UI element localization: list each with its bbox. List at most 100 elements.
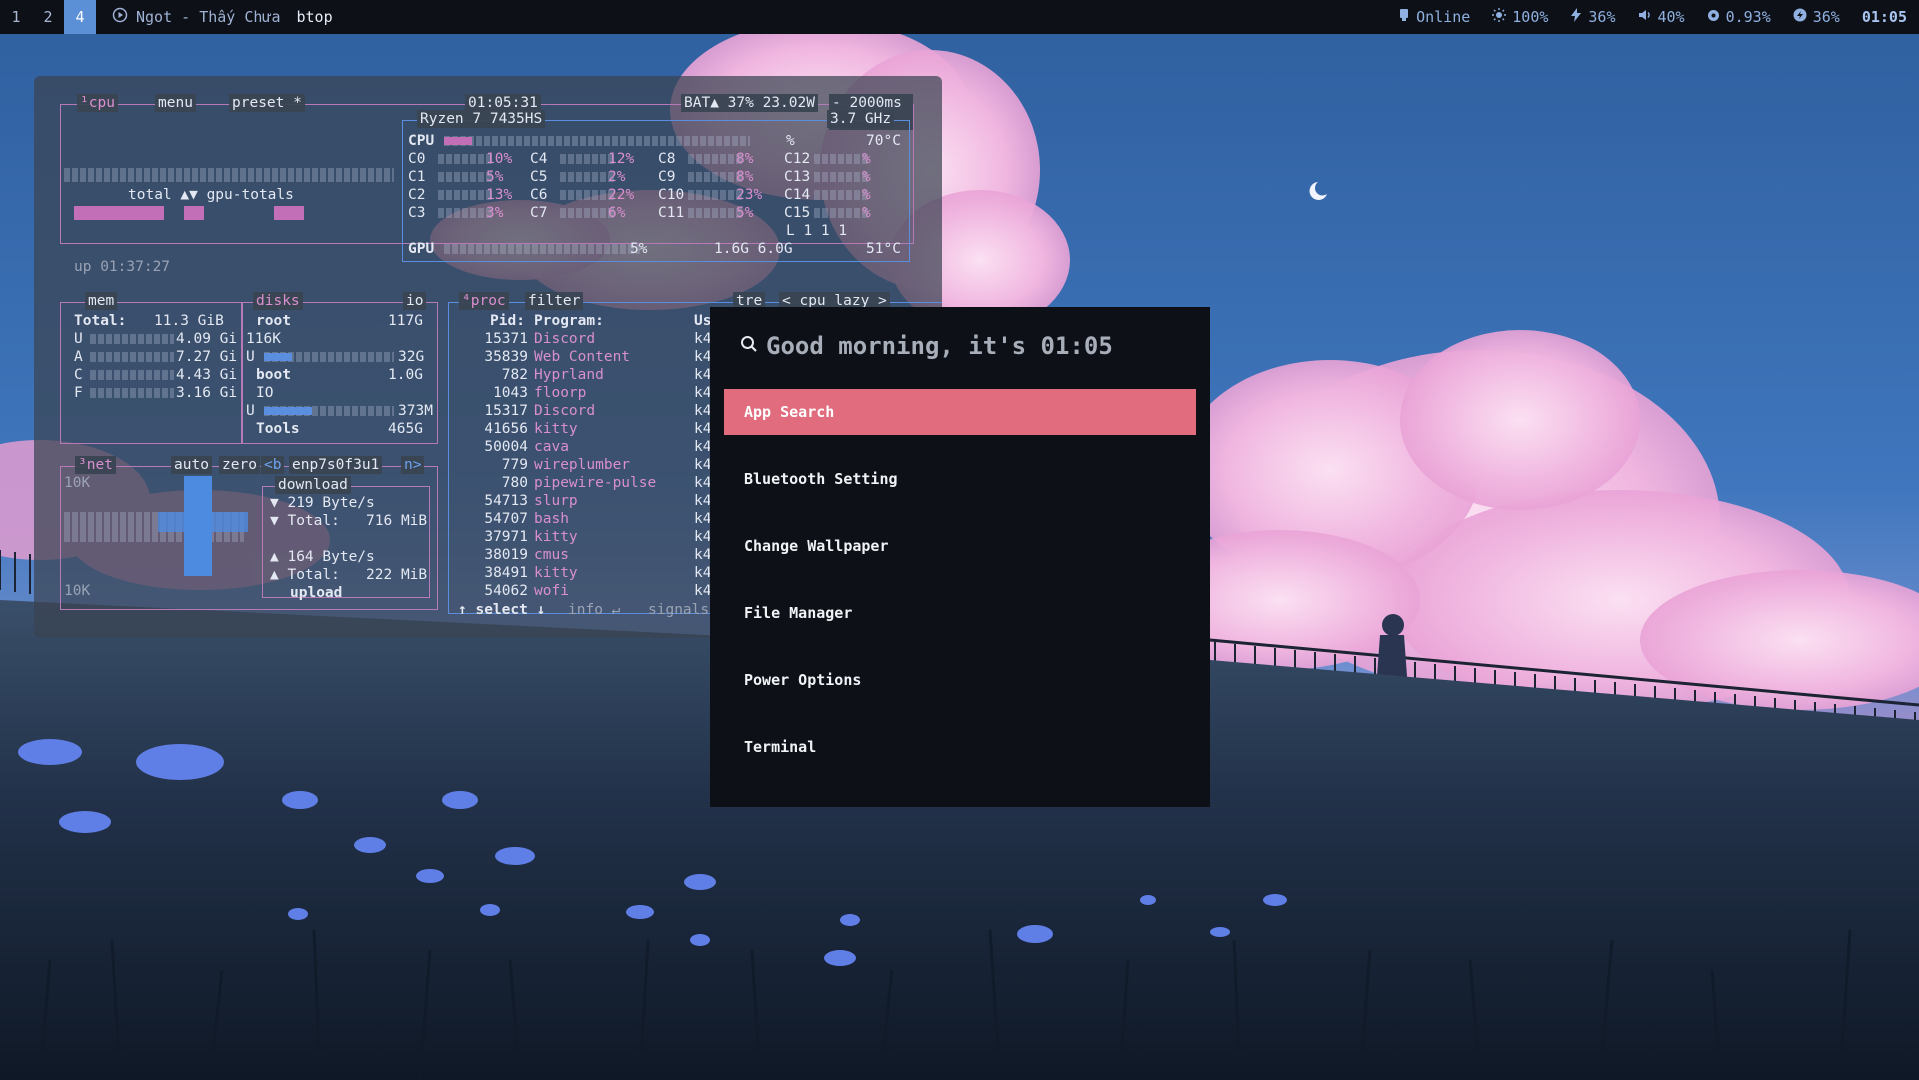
mem-row-bar [90,352,174,362]
net-title[interactable]: ³net [75,456,116,474]
cpu-core-c12-pct: % [862,151,871,167]
net-scale-bottom: 10K [64,583,91,599]
btop-battery: BAT▲ 37% 23.02W [681,94,818,112]
cpu-core-c3-pct: 3% [486,205,504,221]
disks-title[interactable]: disks [253,292,303,310]
mem-title: mem [85,292,118,310]
proc-col-program[interactable]: Program: [534,312,604,330]
proc-program: wofi [534,583,569,599]
launcher-search[interactable]: Good morning, it's 01:05 [740,323,1113,369]
workspace-1[interactable]: 1 [0,0,32,34]
net-zero-toggle[interactable]: zero [219,456,260,474]
proc-filter[interactable]: filter [525,292,584,310]
disk-root-label: root [256,313,291,329]
gpu-pct: 5% [630,241,648,257]
disk-tools-label: Tools [256,421,300,437]
cpu-graph-upper [64,168,394,182]
proc-pid: 54062 [484,583,528,599]
launcher-item-terminal[interactable]: Terminal [724,724,1196,770]
cpu-core-c2-pct: 13% [486,187,513,203]
gpu-graph-bar-2 [184,206,204,220]
proc-program: floorp [534,385,587,401]
cpu-freq: 3.7 GHz [827,110,895,128]
cpu-total-bar [444,136,750,146]
proc-program: kitty [534,529,578,545]
workspace-2[interactable]: 2 [32,0,64,34]
app-launcher[interactable]: Good morning, it's 01:05 App Search Bluet… [710,307,1210,807]
cpu-tab[interactable]: ¹cpu [77,94,118,112]
proc-pid: 35839 [484,349,528,365]
preset-tab[interactable]: preset * [229,94,305,112]
proc-pid: 38019 [484,547,528,563]
power-status[interactable]: 36% [1570,8,1616,26]
brightness-status[interactable]: 100% [1492,8,1548,26]
cpu-core-c15-label: C15 [784,205,811,221]
proc-program: slurp [534,493,578,509]
mem-row-value: 3.16 Gi [176,385,238,401]
disk-boot-fill [264,407,312,415]
launcher-item-power-options[interactable]: Power Options [724,657,1196,703]
net-download-label: download [275,476,351,494]
cpu-core-c6-label: C6 [530,187,548,203]
proc-pid: 782 [501,367,528,383]
top-bar: 1 2 4 Ngot - Thấy Chưa btop Online 100% … [0,0,1919,34]
net-scale-top: 10K [64,475,91,491]
net-download-rate: ▼ 219 Byte/s [270,495,375,511]
proc-pid: 15371 [484,331,528,347]
network-label: Online [1416,8,1471,26]
disk-root-used: 32G [398,349,425,365]
cpu-core-c8-pct: 8% [736,151,754,167]
cpu-core-c5-pct: 2% [608,169,626,185]
cpu-core-c4-label: C4 [530,151,548,167]
launcher-item-change-wallpaper[interactable]: Change Wallpaper [724,523,1196,569]
workspace-4[interactable]: 4 [64,0,96,34]
mem-total-label: Total: [74,313,127,329]
proc-pid: 54713 [484,493,528,509]
cpu-core-c7-pct: 6% [608,205,626,221]
disks-io-toggle[interactable]: io [403,292,427,310]
proc-pid: 779 [501,457,528,473]
mem-row-value: 4.43 Gi [176,367,238,383]
cpu-core-c11-pct: 5% [736,205,754,221]
cpu-temp: 70°C [866,133,901,149]
battery-status[interactable]: 36% [1793,8,1840,26]
mem-row-label: F [74,385,83,401]
proc-title[interactable]: ⁴proc [459,292,509,310]
cpu-core-c9-pct: 8% [736,169,754,185]
play-icon[interactable] [112,7,128,27]
proc-program: cmus [534,547,569,563]
network-status[interactable]: Online [1398,8,1470,26]
volume-status[interactable]: 40% [1638,8,1685,26]
launcher-item-bluetooth-setting[interactable]: Bluetooth Setting [724,456,1196,502]
net-upload-total: ▲ Total: 222 MiB [270,567,428,583]
proc-footer-select[interactable]: ↑ select ↓ [458,601,545,619]
brightness-value: 100% [1512,8,1549,26]
launcher-item-file-manager[interactable]: File Manager [724,590,1196,636]
cpu-model: Ryzen 7 7435HS [417,110,546,128]
clock[interactable]: 01:05 [1862,8,1907,26]
proc-col-user[interactable]: Us [694,312,711,330]
mem-row-bar [90,370,174,380]
media-track-title: Ngot - Thấy Chưa [136,8,281,26]
net-auto-toggle[interactable]: auto [171,456,212,474]
proc-footer-signals[interactable]: signals [648,601,709,619]
net-prev-iface[interactable]: <b [261,456,285,474]
net-download-total: ▼ Total: 716 MiB [270,513,428,529]
proc-footer-info[interactable]: info ↵ [568,601,620,619]
proc-pid: 1043 [493,385,528,401]
launcher-item-app-search[interactable]: App Search [724,389,1196,435]
launcher-search-placeholder[interactable]: Good morning, it's 01:05 [766,332,1113,360]
proc-pid: 15317 [484,403,528,419]
net-next-iface[interactable]: n> [401,456,425,474]
cpu-total-fill [444,137,472,145]
gpu-graph-bar-3 [274,206,304,220]
media-widget[interactable]: Ngot - Thấy Chưa btop [112,7,333,27]
cpu-status[interactable]: 0.93% [1707,8,1771,26]
disk-boot-label: boot [256,367,291,383]
gpu-bar [444,244,640,254]
proc-col-pid[interactable]: Pid: [490,312,525,330]
menu-tab[interactable]: menu [155,94,196,112]
mem-row-label: U [74,331,83,347]
proc-program: bash [534,511,569,527]
cpu-core-c2-label: C2 [408,187,426,203]
